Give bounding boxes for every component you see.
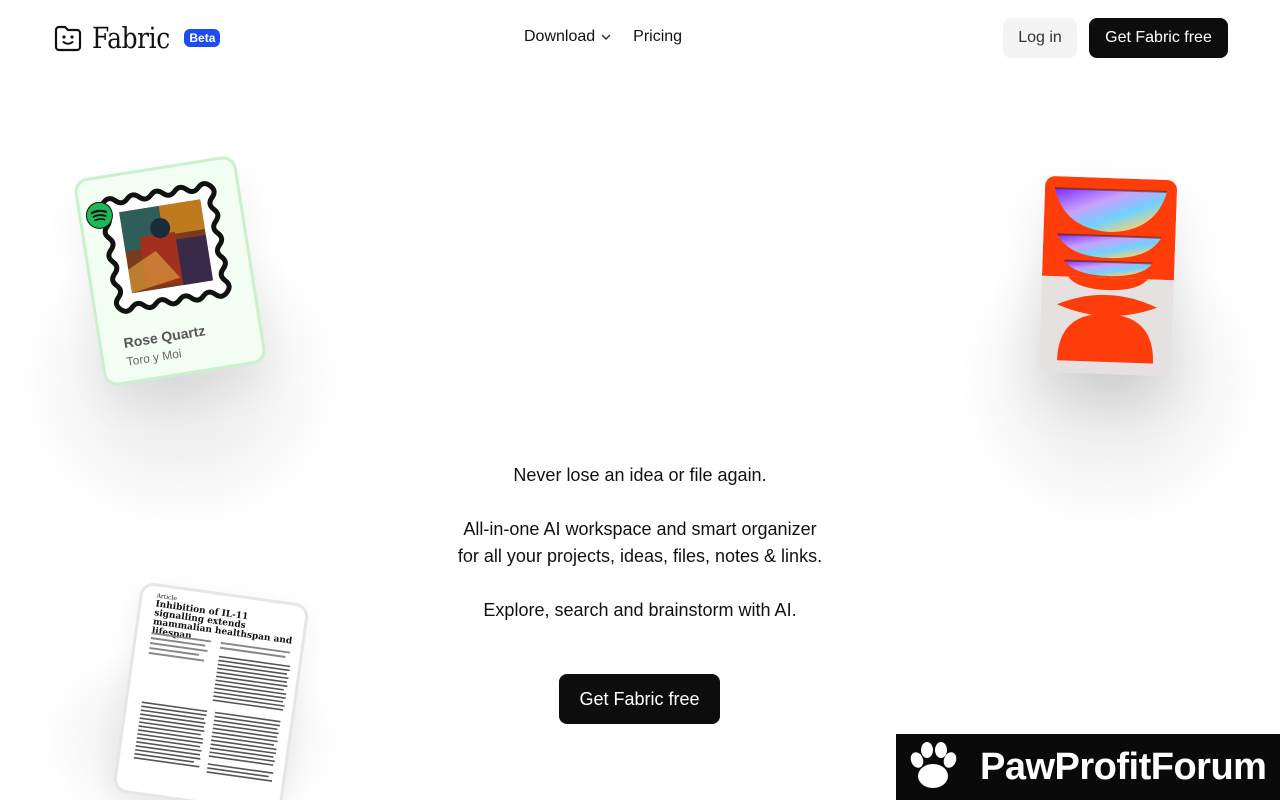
watermark-banner: PawProfitForum [896, 734, 1280, 800]
hero-tagline: Explore, search and brainstorm with AI. [483, 600, 797, 620]
top-navigation-bar: Fabric Beta Download Pricing Log in Get … [0, 0, 1280, 76]
spotify-track-card[interactable]: Rose Quartz Toro y Moi [72, 154, 268, 388]
hero-headline: Never lose an idea or file again. [513, 465, 767, 485]
track-artist: Toro y Moi [125, 346, 183, 369]
chevron-down-icon [601, 34, 611, 40]
nav-pricing-label: Pricing [633, 28, 683, 45]
paper-body-text-lines [133, 632, 291, 782]
hero-description-line-1: All-in-one AI workspace and smart organi… [463, 519, 817, 539]
get-fabric-free-hero-button[interactable]: Get Fabric free [559, 674, 720, 724]
beta-badge: Beta [184, 29, 221, 47]
nav-download-label: Download [524, 28, 596, 45]
brand-logo[interactable]: Fabric Beta [52, 20, 221, 55]
smiley-folder-icon [54, 25, 82, 52]
spotify-icon [85, 201, 113, 229]
nav-pricing[interactable]: Pricing [633, 28, 682, 46]
watermark-text: PawProfitForum [980, 745, 1267, 788]
track-title: Rose Quartz [122, 322, 207, 352]
album-stamp-art [98, 181, 232, 314]
hero-text: Never lose an idea or file again. All-in… [0, 462, 1280, 624]
abstract-art-image [1038, 175, 1178, 377]
brand-name: Fabric [92, 20, 170, 55]
paw-print-icon [910, 742, 957, 788]
get-fabric-free-header-button[interactable]: Get Fabric free [1089, 18, 1228, 58]
nav-download[interactable]: Download [524, 28, 611, 46]
hero-description-line-2: for all your projects, ideas, files, not… [457, 546, 823, 566]
login-button[interactable]: Log in [1003, 18, 1077, 58]
abstract-art-card[interactable] [1038, 175, 1178, 377]
main-nav: Download Pricing [524, 28, 682, 46]
